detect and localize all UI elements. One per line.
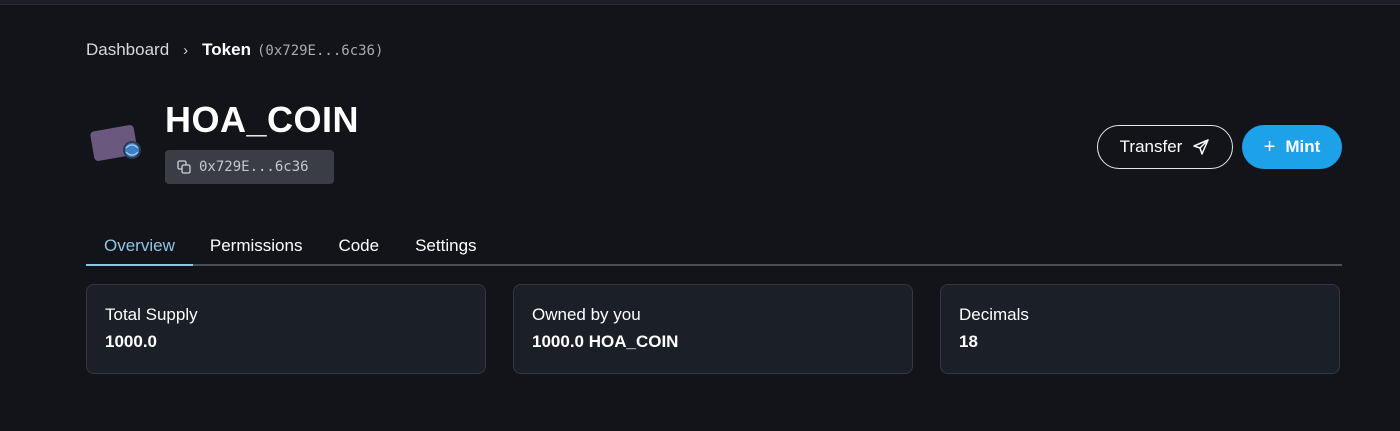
breadcrumb-address: (0x729E...6c36) <box>256 43 384 59</box>
copy-icon <box>177 160 191 174</box>
mint-button-label: Mint <box>1285 137 1321 156</box>
stat-card-owned: Owned by you 1000.0 HOA_COIN <box>513 284 913 374</box>
stat-card-decimals: Decimals 18 <box>940 284 1340 374</box>
token-tabs: Overview Permissions Code Settings <box>86 226 1342 266</box>
tab-code[interactable]: Code <box>320 226 397 266</box>
token-actions: Transfer + Mint <box>1097 125 1342 169</box>
send-icon <box>1193 139 1210 155</box>
stat-label: Total Supply <box>105 305 198 324</box>
tab-overview[interactable]: Overview <box>86 226 193 266</box>
token-stats: Total Supply 1000.0 Owned by you 1000.0 … <box>86 284 1342 374</box>
token-name: HOA_COIN <box>165 99 360 140</box>
token-address: 0x729E...6c36 <box>199 159 309 175</box>
stat-label: Decimals <box>959 305 1029 324</box>
copy-address-button[interactable]: 0x729E...6c36 <box>165 150 334 184</box>
stat-card-total-supply: Total Supply 1000.0 <box>86 284 486 374</box>
token-card-icon <box>90 122 146 168</box>
transfer-button[interactable]: Transfer <box>1097 125 1233 169</box>
token-page: Dashboard › Token (0x729E...6c36) HOA_CO… <box>86 0 1342 431</box>
stat-label: Owned by you <box>532 305 641 324</box>
tab-permissions[interactable]: Permissions <box>193 226 321 266</box>
tab-settings[interactable]: Settings <box>397 226 494 266</box>
breadcrumb-current: Token <box>202 40 251 59</box>
transfer-button-label: Transfer <box>1119 137 1183 156</box>
mint-button[interactable]: + Mint <box>1242 125 1342 169</box>
breadcrumb-separator: › <box>183 42 189 59</box>
stat-value: 1000.0 HOA_COIN <box>532 332 679 351</box>
breadcrumb: Dashboard › Token (0x729E...6c36) <box>86 40 383 60</box>
stat-value: 18 <box>959 332 978 351</box>
breadcrumb-dashboard-link[interactable]: Dashboard <box>86 40 169 60</box>
plus-icon: + <box>1263 135 1276 158</box>
stat-value: 1000.0 <box>105 332 157 351</box>
